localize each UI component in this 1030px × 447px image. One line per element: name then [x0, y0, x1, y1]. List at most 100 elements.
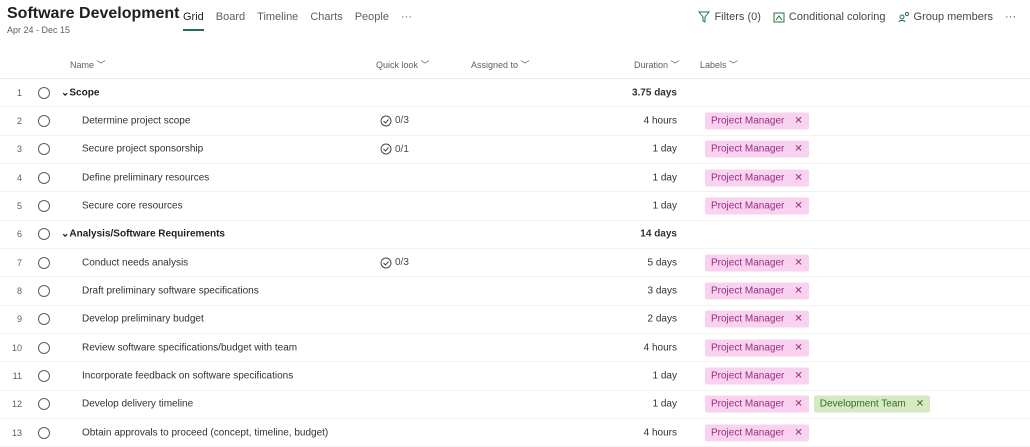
close-icon[interactable]: ✕: [794, 200, 802, 211]
label-tag[interactable]: Project Manager ✕: [705, 282, 809, 300]
labels-cell[interactable]: Project Manager ✕: [705, 310, 809, 328]
close-icon[interactable]: ✕: [794, 370, 802, 381]
duration[interactable]: 1 day: [653, 172, 677, 183]
duration[interactable]: 4 hours: [644, 115, 677, 126]
labels-cell[interactable]: Project Manager ✕: [705, 424, 809, 442]
duration[interactable]: 5 days: [648, 257, 677, 268]
labels-cell[interactable]: Project Manager ✕: [705, 112, 809, 130]
column-header-labels[interactable]: Labels ﹀: [700, 58, 738, 71]
column-header-quick-look[interactable]: Quick look ﹀: [376, 58, 430, 71]
complete-checkbox[interactable]: [38, 199, 50, 212]
complete-checkbox[interactable]: [38, 313, 50, 326]
label-tag[interactable]: Project Manager ✕: [705, 395, 809, 413]
task-name[interactable]: Obtain approvals to proceed (concept, ti…: [82, 427, 328, 438]
table-row[interactable]: 3 Secure project sponsorship 0/1 1 day Proj…: [0, 136, 1030, 164]
column-header-name[interactable]: Name ﹀: [70, 58, 106, 71]
table-row[interactable]: 1 ⌄Scope 3.75 days: [0, 79, 1030, 108]
complete-checkbox[interactable]: [38, 284, 50, 297]
close-icon[interactable]: ✕: [916, 399, 924, 410]
checklist-indicator[interactable]: 0/3: [380, 115, 409, 127]
filters-button[interactable]: Filters (0): [698, 11, 761, 23]
more-options-button[interactable]: ···: [1005, 11, 1016, 23]
complete-checkbox[interactable]: [38, 398, 50, 411]
close-icon[interactable]: ✕: [794, 115, 802, 126]
task-name[interactable]: Review software specifications/budget wi…: [82, 342, 297, 353]
label-tag[interactable]: Project Manager ✕: [705, 169, 809, 187]
close-icon[interactable]: ✕: [794, 342, 802, 353]
column-header-duration[interactable]: Duration ﹀: [634, 58, 680, 71]
close-icon[interactable]: ✕: [794, 399, 802, 410]
labels-cell[interactable]: Project Manager ✕: [705, 197, 809, 215]
duration[interactable]: 3.75 days: [632, 87, 677, 98]
close-icon[interactable]: ✕: [794, 172, 802, 183]
table-row[interactable]: 10 Review software specifications/budget…: [0, 334, 1030, 363]
group-name[interactable]: ⌄Scope: [61, 87, 99, 98]
conditional-coloring-button[interactable]: Conditional coloring: [773, 11, 886, 23]
table-row[interactable]: 9 Develop preliminary budget 2 days Projec…: [0, 306, 1030, 334]
duration[interactable]: 4 hours: [644, 342, 677, 353]
complete-checkbox[interactable]: [38, 86, 50, 99]
label-tag[interactable]: Project Manager ✕: [705, 310, 809, 328]
close-icon[interactable]: ✕: [794, 427, 802, 438]
duration[interactable]: 3 days: [648, 285, 677, 296]
column-header-assigned[interactable]: Assigned to ﹀: [471, 58, 530, 71]
complete-checkbox[interactable]: [38, 341, 50, 354]
table-row[interactable]: 6 ⌄Analysis/Software Requirements 14 days: [0, 221, 1030, 249]
complete-checkbox[interactable]: [38, 256, 50, 269]
close-icon[interactable]: ✕: [794, 257, 802, 268]
complete-checkbox[interactable]: [38, 143, 50, 156]
table-row[interactable]: 12 Develop delivery timeline 1 day Project…: [0, 391, 1030, 419]
label-tag[interactable]: Development Team ✕: [813, 395, 931, 413]
label-tag[interactable]: Project Manager ✕: [705, 367, 809, 385]
labels-cell[interactable]: Project Manager ✕: [705, 282, 809, 300]
table-row[interactable]: 2 Determine project scope 0/3 4 hours Proje…: [0, 107, 1030, 136]
task-name[interactable]: Determine project scope: [82, 115, 190, 126]
label-tag[interactable]: Project Manager ✕: [705, 112, 809, 130]
close-icon[interactable]: ✕: [794, 144, 802, 155]
complete-checkbox[interactable]: [38, 228, 50, 241]
complete-checkbox[interactable]: [38, 171, 50, 184]
tab-people[interactable]: People: [355, 11, 389, 31]
duration[interactable]: 1 day: [653, 370, 677, 381]
complete-checkbox[interactable]: [38, 114, 50, 127]
labels-cell[interactable]: Project Manager ✕: [705, 254, 809, 272]
table-row[interactable]: 4 Define preliminary resources 1 day Proje…: [0, 164, 1030, 193]
group-name[interactable]: ⌄Analysis/Software Requirements: [61, 229, 225, 240]
tab-grid[interactable]: Grid: [183, 11, 204, 31]
label-tag[interactable]: Project Manager ✕: [705, 339, 809, 357]
table-row[interactable]: 7 Conduct needs analysis 0/3 5 days Project…: [0, 249, 1030, 278]
table-row[interactable]: 13 Obtain approvals to proceed (concept,…: [0, 419, 1030, 447]
duration[interactable]: 1 day: [653, 200, 677, 211]
duration[interactable]: 1 day: [653, 399, 677, 410]
more-tabs-button[interactable]: ···: [401, 11, 412, 31]
labels-cell[interactable]: Project Manager ✕: [705, 169, 809, 187]
task-name[interactable]: Conduct needs analysis: [82, 257, 188, 268]
table-row[interactable]: 8 Draft preliminary software specificati…: [0, 277, 1030, 306]
duration[interactable]: 2 days: [648, 314, 677, 325]
task-name[interactable]: Define preliminary resources: [82, 172, 209, 183]
tab-timeline[interactable]: Timeline: [257, 11, 298, 31]
labels-cell[interactable]: Project Manager ✕: [705, 367, 809, 385]
labels-cell[interactable]: Project Manager ✕ Development Team ✕: [705, 395, 931, 413]
task-name[interactable]: Incorporate feedback on software specifi…: [82, 370, 293, 381]
duration[interactable]: 14 days: [640, 229, 677, 240]
checklist-indicator[interactable]: 0/3: [380, 257, 409, 269]
task-name[interactable]: Develop delivery timeline: [82, 399, 193, 410]
checklist-indicator[interactable]: 0/1: [380, 143, 409, 155]
labels-cell[interactable]: Project Manager ✕: [705, 339, 809, 357]
table-row[interactable]: 5 Secure core resources 1 day Project Mana…: [0, 192, 1030, 221]
close-icon[interactable]: ✕: [794, 285, 802, 296]
complete-checkbox[interactable]: [38, 426, 50, 439]
close-icon[interactable]: ✕: [794, 314, 802, 325]
complete-checkbox[interactable]: [38, 369, 50, 382]
task-name[interactable]: Develop preliminary budget: [82, 314, 204, 325]
label-tag[interactable]: Project Manager ✕: [705, 254, 809, 272]
tab-board[interactable]: Board: [216, 11, 245, 31]
task-name[interactable]: Draft preliminary software specification…: [82, 285, 259, 296]
duration[interactable]: 4 hours: [644, 427, 677, 438]
label-tag[interactable]: Project Manager ✕: [705, 424, 809, 442]
labels-cell[interactable]: Project Manager ✕: [705, 140, 809, 158]
task-name[interactable]: Secure project sponsorship: [82, 144, 203, 155]
task-name[interactable]: Secure core resources: [82, 200, 183, 211]
group-members-button[interactable]: Group members: [898, 11, 993, 23]
